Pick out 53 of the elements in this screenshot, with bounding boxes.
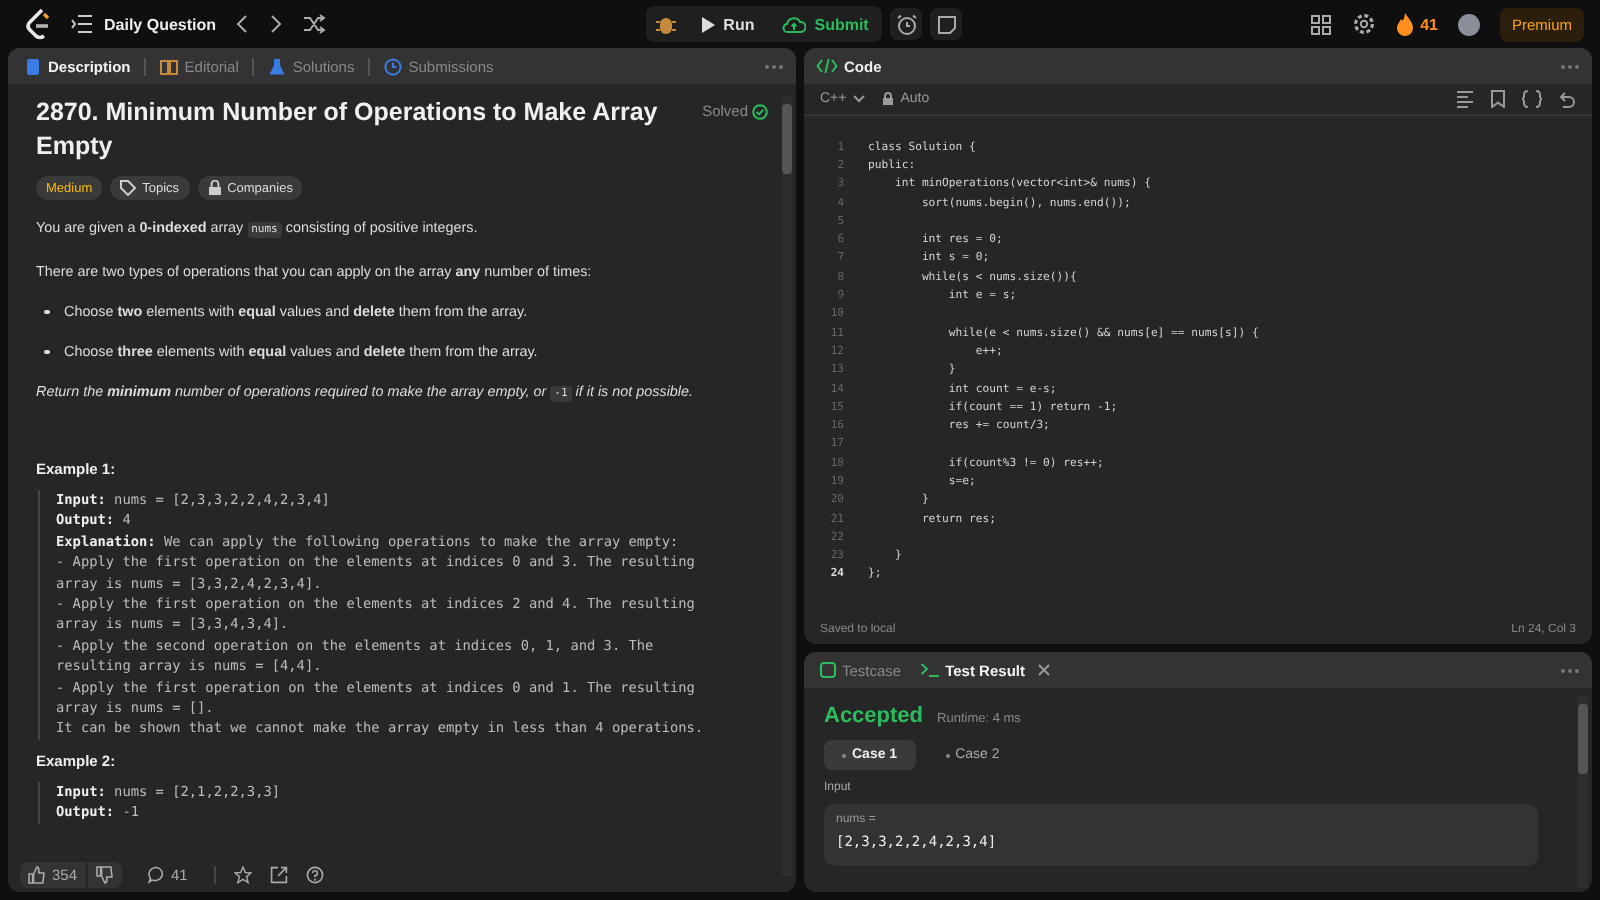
more-icon[interactable] [1560, 667, 1580, 673]
cloud-upload-icon [782, 15, 807, 33]
dislike-button[interactable] [87, 861, 122, 887]
logo-icon[interactable] [24, 8, 52, 40]
book-icon [160, 57, 179, 75]
braces-icon[interactable] [1522, 90, 1542, 108]
daily-question-title[interactable]: Daily Question [104, 15, 217, 33]
bug-icon[interactable] [653, 12, 678, 36]
code-icon [816, 58, 838, 74]
alarm-clock-button[interactable] [890, 8, 923, 40]
flask-icon [268, 57, 287, 75]
chevron-right-icon[interactable] [268, 14, 285, 34]
scrollbar[interactable] [1578, 696, 1588, 888]
lock-icon [882, 92, 895, 106]
checkbox-icon [820, 662, 836, 678]
list-icon[interactable] [70, 14, 94, 34]
note-button[interactable] [930, 8, 963, 40]
undo-icon[interactable] [1558, 90, 1576, 108]
chevron-left-icon[interactable] [234, 14, 251, 34]
help-icon[interactable] [305, 865, 324, 883]
scrollbar[interactable] [782, 96, 792, 876]
comment-icon [147, 865, 166, 883]
check-circle-icon [752, 103, 768, 119]
more-icon[interactable] [764, 63, 784, 69]
avatar[interactable] [1458, 13, 1480, 35]
clock-icon [384, 57, 403, 75]
share-icon[interactable] [269, 865, 288, 883]
scrollbar-thumb[interactable] [1578, 704, 1588, 774]
streak-counter[interactable]: 41 [1396, 12, 1438, 36]
play-icon [699, 15, 716, 33]
submit-button[interactable]: Submit [776, 15, 875, 33]
scrollbar-thumb[interactable] [782, 104, 792, 174]
note-icon [935, 13, 958, 35]
format-lines-icon[interactable] [1456, 90, 1474, 108]
close-icon[interactable] [1038, 664, 1051, 676]
lock-icon [207, 180, 222, 196]
bookmark-icon[interactable] [1490, 90, 1506, 108]
run-button[interactable]: Run [693, 15, 761, 33]
tag-icon [120, 180, 137, 196]
settings-icon[interactable] [1352, 12, 1377, 36]
layout-icon[interactable] [1310, 13, 1333, 35]
star-icon[interactable] [233, 865, 252, 883]
document-icon [24, 57, 42, 75]
shuffle-icon[interactable] [302, 14, 327, 34]
more-icon[interactable] [1560, 63, 1580, 69]
thumbs-up-icon [28, 865, 46, 883]
verdict-text: Accepted [824, 704, 924, 728]
problem-title[interactable]: 2870. Minimum Number of Operations to Make Array Empty [36, 96, 696, 164]
thumbs-down-icon [95, 865, 114, 883]
alarm-clock-icon [895, 13, 918, 35]
flame-icon [1396, 12, 1415, 36]
chevron-down-icon [852, 94, 867, 104]
terminal-icon [919, 662, 940, 678]
